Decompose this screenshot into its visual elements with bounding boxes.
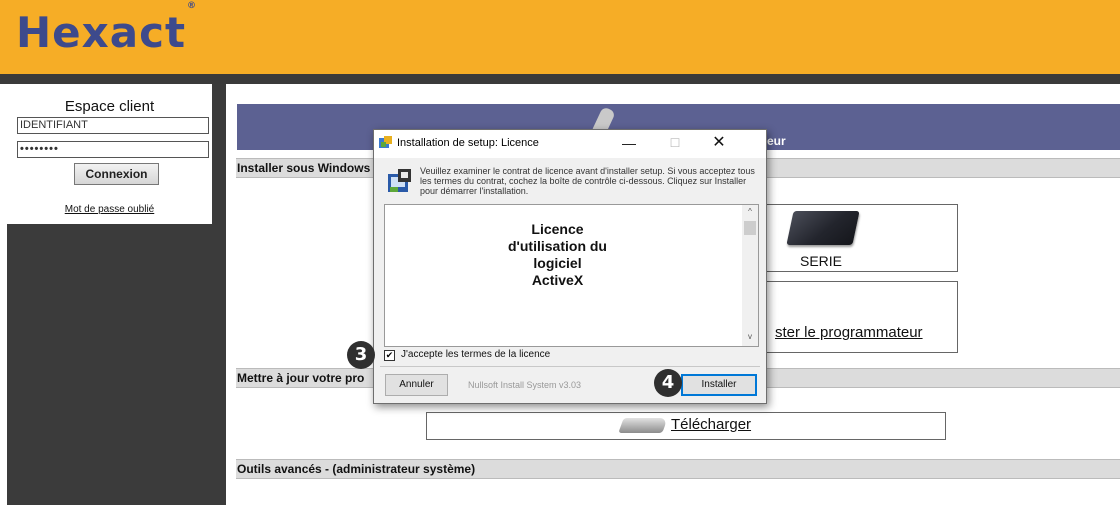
close-button[interactable]: ✕ [704,134,734,154]
dialog-title: Installation de setup: Licence [397,137,539,149]
programmer-device-icon [786,211,860,245]
page: Hexact® Espace client IDENTIFIANT ••••••… [0,0,1120,505]
forgot-password-link[interactable]: Mot de passe oublié [7,204,212,224]
test-programmer-link[interactable]: ster le programmateur [775,324,923,341]
install-button[interactable]: Installer [681,374,757,396]
scroll-down-arrow-icon[interactable]: v [742,332,758,344]
accept-license-label[interactable]: J'accepte les termes de la licence [401,349,550,360]
installer-icon [379,136,392,148]
header-divider [0,74,1120,84]
download-box[interactable]: Télécharger [426,412,946,440]
sidebar: Espace client IDENTIFIANT •••••••• Conne… [7,84,212,505]
login-panel: Espace client IDENTIFIANT •••••••• Conne… [7,84,212,204]
usb-device-icon [618,418,668,433]
identifiant-field[interactable]: IDENTIFIANT [17,117,209,134]
dialog-titlebar[interactable]: Installation de setup: Licence — ☐ ✕ [374,130,766,158]
license-textbox[interactable]: Licence d'utilisation du logiciel Active… [384,204,759,347]
page-title-text: eur [767,134,786,148]
connexion-button[interactable]: Connexion [74,163,159,185]
license-scrollbar[interactable]: ^ v [742,205,758,346]
download-link[interactable]: Télécharger [671,416,751,433]
dialog-instructions: Veuillez examiner le contrat de licence … [420,166,755,196]
registered-mark: ® [187,1,198,11]
logo-text: Hexact [16,8,187,57]
maximize-button: ☐ [669,136,681,150]
dialog-separator [380,366,760,367]
section-tools-header: Outils avancés - (administrateur système… [236,459,1120,479]
login-title: Espace client [64,98,155,115]
header-bar: Hexact® [0,0,1120,74]
nullsoft-version-label: Nullsoft Install System v3.03 [468,380,582,390]
minimize-button[interactable]: — [614,134,644,154]
step-4-badge: 4 [654,369,682,397]
license-text: Licence d'utilisation du logiciel Active… [508,221,607,288]
cancel-button[interactable]: Annuler [385,374,448,396]
sidebar-gutter [212,84,226,505]
hexact-logo[interactable]: Hexact® [16,1,197,57]
step-3-badge: 3 [347,341,375,369]
accept-license-checkbox[interactable]: ✔ [384,350,395,361]
password-field[interactable]: •••••••• [17,141,209,158]
license-dialog: Installation de setup: Licence — ☐ ✕ Veu… [373,129,767,404]
scroll-thumb[interactable] [744,221,756,235]
scroll-up-arrow-icon[interactable]: ^ [742,207,758,219]
setup-icon [388,169,411,192]
